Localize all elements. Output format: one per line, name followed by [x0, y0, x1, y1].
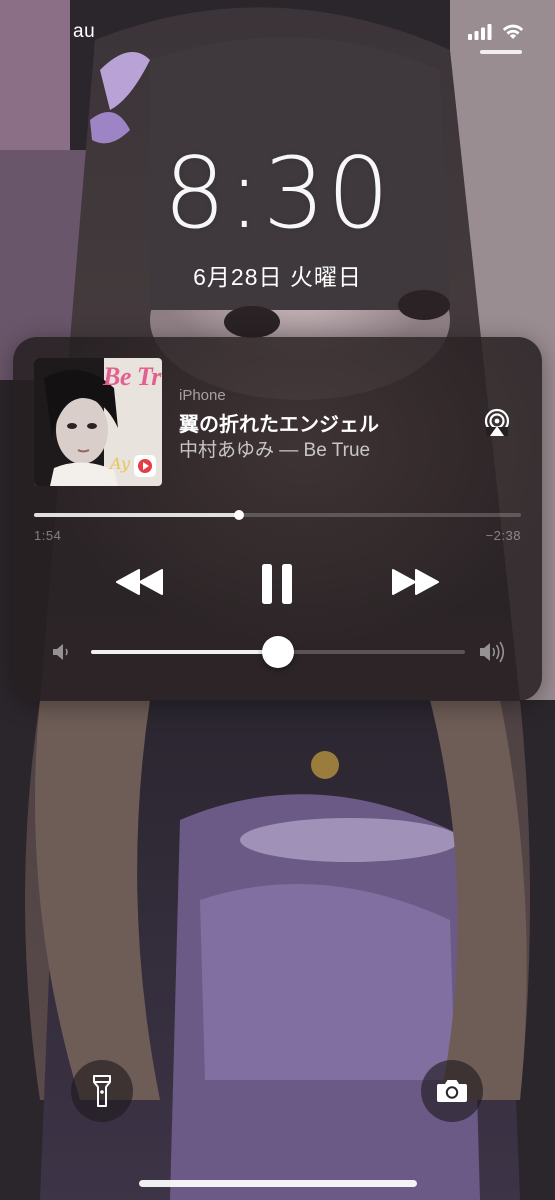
status-icons	[468, 20, 525, 42]
album-artwork[interactable]: Be True Ay	[34, 358, 162, 486]
pause-icon	[262, 564, 292, 604]
artwork-title: Be True	[103, 362, 162, 391]
youtube-music-icon	[134, 455, 156, 477]
cellular-signal-icon	[468, 23, 492, 40]
volume-fill	[91, 650, 278, 654]
flashlight-button[interactable]	[71, 1060, 133, 1122]
volume-knob[interactable]	[262, 636, 294, 668]
camera-icon	[437, 1080, 467, 1102]
artwork-signature: Ay	[110, 454, 130, 473]
carrier-label: au	[73, 21, 96, 42]
airplay-button[interactable]	[480, 406, 514, 440]
rewind-button[interactable]	[111, 562, 169, 602]
pause-button[interactable]	[254, 559, 300, 609]
fast-forward-button[interactable]	[386, 562, 444, 602]
volume-slider[interactable]	[91, 635, 465, 669]
camera-button[interactable]	[421, 1060, 483, 1122]
home-indicator[interactable]	[139, 1180, 417, 1187]
lock-screen-time: 8:30	[163, 137, 392, 251]
elapsed-time: 1:54	[34, 528, 62, 543]
airplay-icon	[484, 408, 510, 436]
flashlight-icon	[93, 1075, 111, 1107]
control-center-grabber[interactable]	[480, 50, 522, 54]
speaker-high-icon	[480, 641, 505, 663]
wifi-icon	[502, 24, 524, 39]
status-bar: au	[0, 0, 555, 60]
scrubber-fill	[34, 513, 239, 517]
now-playing-widget: Be True Ay iPhone 翼の折れたエンジェル 中村あゆみ — Be …	[13, 337, 542, 701]
scrubber-knob[interactable]	[233, 510, 244, 520]
playback-source: iPhone	[179, 387, 226, 404]
remaining-time: −2:38	[485, 528, 521, 543]
song-title: 翼の折れたエンジェル	[179, 414, 379, 436]
speaker-low-icon	[53, 644, 68, 660]
fast-forward-icon	[392, 569, 439, 595]
playback-scrubber[interactable]	[34, 509, 521, 521]
rewind-icon	[116, 569, 163, 595]
lock-screen-date: 6月28日 火曜日	[193, 264, 362, 290]
artist-album: 中村あゆみ — Be True	[179, 440, 371, 461]
